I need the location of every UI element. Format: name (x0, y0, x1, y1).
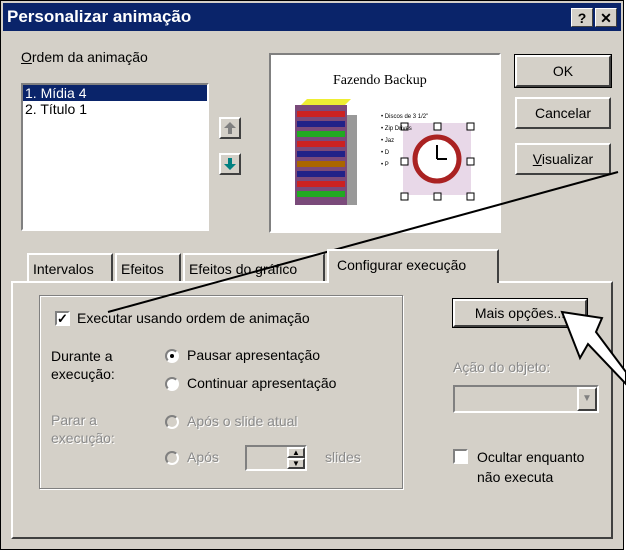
after-radio[interactable] (165, 451, 179, 465)
pause-label: Pausar apresentação (187, 347, 321, 363)
arrow-up-icon (224, 122, 236, 134)
hide-label: Ocultar enquanto não executa (477, 449, 585, 485)
continue-label: Continuar apresentação (187, 375, 337, 391)
execute-order-label: Executar usando ordem de animação (77, 310, 310, 326)
cancel-button[interactable]: Cancelar (515, 97, 611, 129)
more-options-button[interactable]: Mais opções... (452, 298, 588, 328)
slides-label: slides (325, 449, 361, 465)
slides-spinner[interactable]: ▲ ▼ (245, 445, 307, 471)
order-label: Ordem da animação (21, 49, 148, 65)
hide-checkbox[interactable] (453, 449, 468, 464)
close-button[interactable]: ✕ (595, 8, 617, 27)
stop-label: Parar a execução: (51, 412, 115, 446)
preview-button[interactable]: Visualizar (515, 143, 611, 175)
after-current-label: Após o slide atual (187, 413, 298, 429)
preview-bullet: • Zip Drives (381, 126, 412, 132)
tab-intervalos[interactable]: Intervalos (27, 253, 113, 281)
move-up-button[interactable] (219, 117, 241, 139)
list-item[interactable]: 1. Mídia 4 (23, 85, 207, 101)
arrow-down-icon (224, 158, 236, 170)
preview-bullet: • Discos de 3 1/2" (381, 114, 429, 120)
preview-bullet: • D (381, 150, 390, 156)
list-item[interactable]: 2. Título 1 (23, 101, 207, 117)
chevron-down-icon[interactable]: ▼ (577, 387, 597, 411)
tab-configurar-execucao[interactable]: Configurar execução (327, 249, 499, 283)
preview-bullets: • Discos de 3 1/2" • Zip Drives • Jaz • … (381, 111, 428, 171)
object-action-select[interactable]: ▼ (453, 385, 599, 413)
tab-efeitos-grafico[interactable]: Efeitos do gráfico (183, 253, 325, 281)
execute-order-checkbox[interactable]: ✓ (55, 311, 70, 326)
slide-preview: Fazendo Backup • Discos de 3 1/2" • Zip … (269, 53, 501, 233)
help-button[interactable]: ? (571, 8, 593, 27)
pause-radio[interactable] (165, 349, 179, 363)
disk-stack-icon (295, 99, 357, 205)
move-down-button[interactable] (219, 153, 241, 175)
tab-efeitos[interactable]: Efeitos (115, 253, 181, 281)
animation-order-list[interactable]: 1. Mídia 4 2. Título 1 (21, 83, 209, 231)
spin-up-icon[interactable]: ▲ (287, 447, 305, 458)
window-title: Personalizar animação (7, 7, 192, 26)
title-bar[interactable]: Personalizar animação ? ✕ (3, 3, 621, 31)
preview-bullet: • P (381, 162, 389, 168)
spin-down-icon[interactable]: ▼ (287, 458, 305, 469)
dialog-window: Personalizar animação ? ✕ Ordem da anima… (0, 0, 624, 550)
continue-radio[interactable] (165, 377, 179, 391)
during-label: Durante a execução: (51, 348, 115, 382)
ok-button[interactable]: OK (514, 54, 612, 88)
after-current-radio[interactable] (165, 415, 179, 429)
preview-bullet: • Jaz (381, 138, 395, 144)
after-label: Após (187, 449, 219, 465)
object-action-label: Ação do objeto: (453, 359, 551, 375)
